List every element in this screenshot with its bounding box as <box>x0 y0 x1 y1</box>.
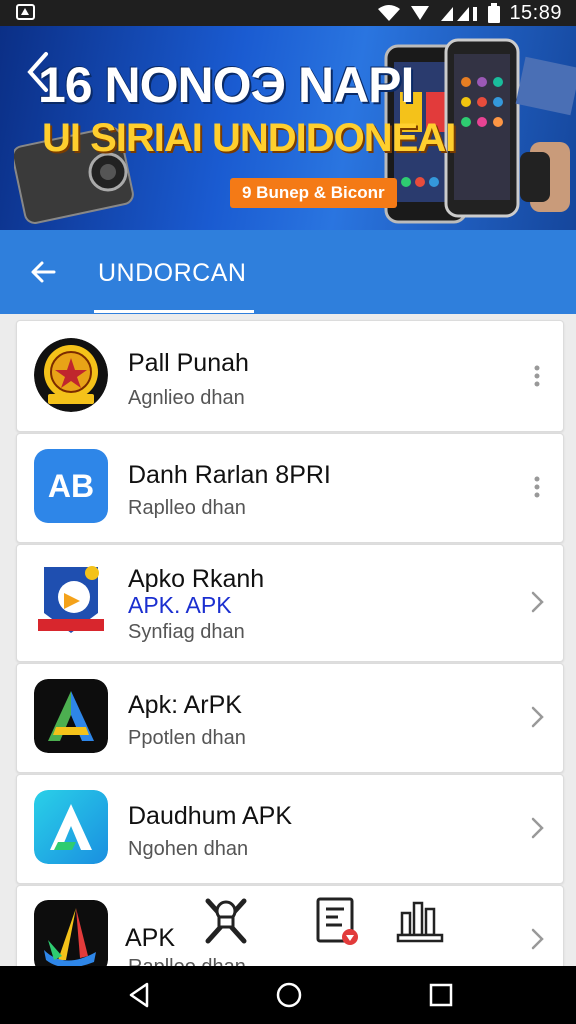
crossed-tools-icon[interactable] <box>202 895 250 947</box>
more-vert-icon[interactable] <box>527 474 547 500</box>
ab-icon-text: AB <box>47 467 95 504</box>
blue-a-icon <box>34 790 108 864</box>
notification-icon <box>16 4 35 20</box>
tab-indicator <box>94 310 254 313</box>
back-arrow-icon[interactable] <box>28 256 60 288</box>
mascot-shield-icon <box>38 566 104 633</box>
app-name: Apko Rkanh <box>128 565 265 593</box>
signal-icon <box>411 6 430 20</box>
promo-banner[interactable]: 16 NONOЭ NAPI UI SIRIAI UNDIDONEAI 9 Bun… <box>0 26 576 230</box>
app-subtitle: Synfiag dhan <box>128 621 245 643</box>
status-time: 15:89 <box>509 1 562 24</box>
list-item[interactable]: Daudhum APK Ngohen dhan <box>16 774 564 884</box>
app-tag: APK. APK <box>128 592 232 618</box>
home-circle-icon[interactable] <box>274 980 304 1010</box>
back-triangle-icon[interactable] <box>125 980 155 1010</box>
app-name: Apk: ArPK <box>128 691 242 719</box>
app-name: Danh Rarlan 8PRI <box>128 461 331 489</box>
list-item[interactable]: Pall Punah Agnlieo dhan <box>16 320 564 432</box>
list-item[interactable]: Apko Rkanh APK. APK Synfiag dhan <box>16 544 564 662</box>
app-subtitle: Ppotlen dhan <box>128 727 246 749</box>
list-item[interactable]: AB Danh Rarlan 8PRI Raplleo dhan <box>16 433 564 543</box>
app-subtitle: Raplleo dhan <box>128 497 246 519</box>
multicolor-a-icon <box>34 900 108 974</box>
banner-badge[interactable]: 9 Bunep & Biconr <box>230 178 397 208</box>
list-item[interactable]: Apk: ArPK Ppotlen dhan <box>16 663 564 773</box>
battery-icon <box>488 3 501 23</box>
app-bar-title[interactable]: UNDORCAN <box>98 259 246 288</box>
document-icon[interactable] <box>314 895 362 947</box>
ab-app-icon: AB <box>34 449 108 523</box>
banner-subheadline: UI SIRIAI UNDIDONEAI <box>42 116 456 160</box>
crest-badge-icon <box>34 338 108 412</box>
signal-bars-icon <box>441 7 478 21</box>
banner-headline: 16 NONOЭ NAPI <box>38 57 414 113</box>
app-name: Daudhum APK <box>128 802 292 830</box>
recents-square-icon[interactable] <box>426 980 456 1010</box>
chevron-right-icon[interactable] <box>527 926 547 952</box>
chevron-right-icon[interactable] <box>527 589 547 615</box>
system-nav-bar <box>0 966 576 1024</box>
app-name: APK <box>125 924 176 952</box>
app-name: Pall Punah <box>128 349 249 377</box>
app-bar: UNDORCAN <box>0 230 576 314</box>
wifi-icon <box>378 5 401 21</box>
more-vert-icon[interactable] <box>527 363 547 389</box>
triangle-a-icon <box>34 679 108 753</box>
building-chart-icon[interactable] <box>396 895 444 947</box>
status-icons: 15:89 <box>377 2 562 24</box>
chevron-right-icon[interactable] <box>527 815 547 841</box>
chevron-right-icon[interactable] <box>527 704 547 730</box>
app-subtitle: Agnlieo dhan <box>128 387 245 409</box>
status-bar: 15:89 <box>0 0 576 26</box>
app-subtitle: Ngohen dhan <box>128 838 249 860</box>
